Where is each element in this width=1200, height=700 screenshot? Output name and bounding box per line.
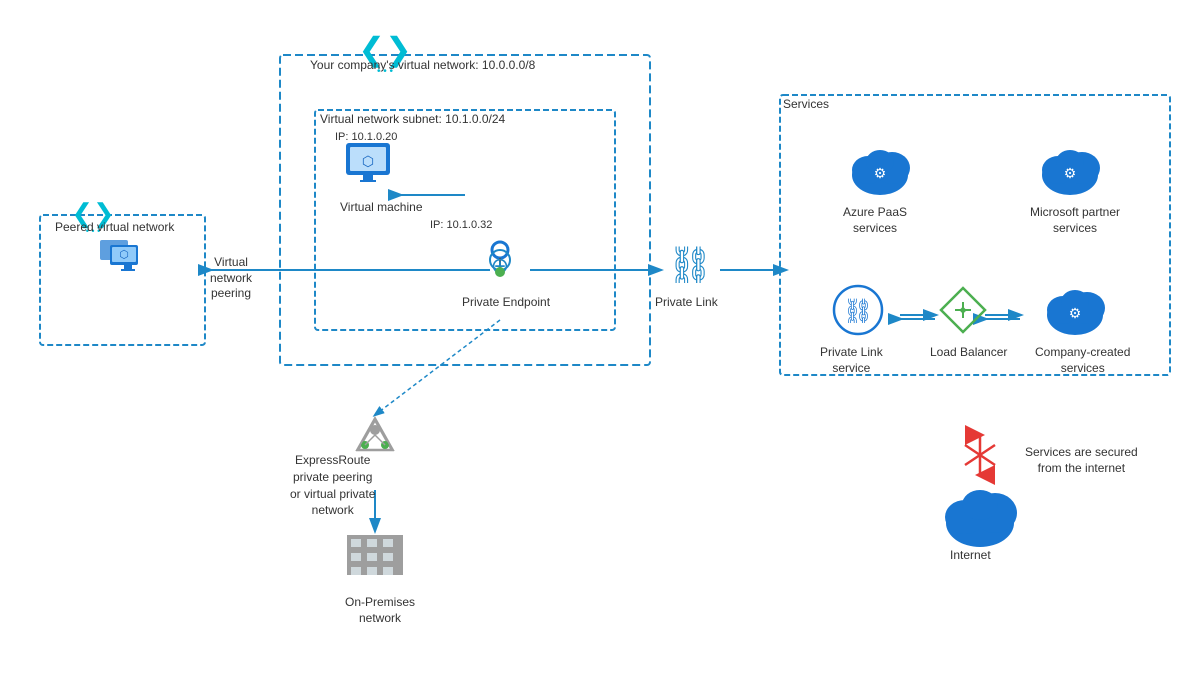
private-link-label: Private Link [655, 295, 718, 311]
svg-text:⚙: ⚙ [1069, 305, 1082, 321]
svg-text:⬡: ⬡ [119, 249, 129, 261]
expressroute-label: ExpressRouteprivate peeringor virtual pr… [290, 452, 375, 519]
load-balancer-icon: ✦ [941, 288, 985, 332]
subnet-label: Virtual network subnet: 10.1.0.0/24 [320, 112, 505, 128]
private-link-icon: ⛓ [667, 244, 713, 285]
vm-icon: ⬡ [346, 143, 390, 182]
load-balancer-label: Load Balancer [930, 345, 1007, 361]
ip-vm-label: IP: 10.1.0.20 [335, 130, 397, 144]
svg-text:⛓: ⛓ [843, 298, 873, 325]
architecture-diagram: ❮❯ • • • ❮❯ • • • ⬡ ⬡ [0, 0, 1200, 700]
on-premises-label: On-Premisesnetwork [345, 595, 415, 626]
secured-label: Services are securedfrom the internet [1025, 445, 1138, 476]
company-vnet-label: Your company's virtual network: 10.0.0.0… [310, 58, 535, 74]
on-premises-icon [347, 535, 403, 575]
svg-text:⬡: ⬡ [362, 153, 374, 169]
ip-endpoint-label: IP: 10.1.0.32 [430, 218, 492, 232]
svg-text:⛓: ⛓ [667, 244, 713, 285]
private-endpoint-icon: ⊕ [490, 242, 510, 278]
vnet-peering-label: Virtualnetworkpeering [210, 255, 252, 302]
internet-icon [945, 490, 1017, 547]
peered-vnet-computers: ⬡ [100, 240, 138, 271]
private-link-service-icon: ⛓ [834, 286, 882, 334]
svg-text:⚙: ⚙ [1064, 165, 1077, 181]
peered-vnet-label: Peered virtual network [55, 220, 174, 236]
company-services-icon: ⚙ [1047, 290, 1105, 335]
diagram-container: ❮❯ • • • ❮❯ • • • ⬡ ⬡ [0, 0, 1200, 700]
services-label: Services [783, 97, 829, 113]
azure-paas-label: Azure PaaSservices [843, 205, 907, 236]
azure-paas-icon: ⚙ [852, 150, 910, 195]
private-link-service-label: Private Linkservice [820, 345, 883, 376]
company-services-label: Company-createdservices [1035, 345, 1130, 376]
expressroute-icon [357, 418, 393, 450]
svg-text:⚙: ⚙ [874, 165, 887, 181]
vm-label: Virtual machine [340, 200, 423, 216]
ms-partner-label: Microsoft partnerservices [1030, 205, 1120, 236]
ms-partner-icon: ⚙ [1042, 150, 1100, 195]
internet-label: Internet [950, 548, 991, 564]
private-endpoint-label: Private Endpoint [462, 295, 550, 311]
